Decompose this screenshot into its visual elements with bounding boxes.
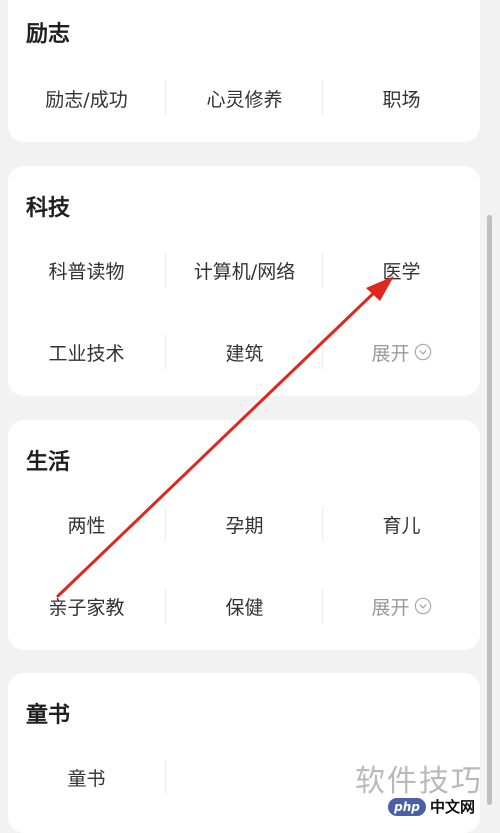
watermark-text: 软件技巧: [355, 764, 483, 799]
category-title: 生活: [26, 450, 71, 475]
category-item-architecture[interactable]: 建筑: [166, 332, 323, 372]
expand-button[interactable]: 展开: [323, 586, 480, 626]
category-card-technology: 科技 科普读物 计算机/网络 医学 工业技术 建筑 展开: [8, 166, 480, 396]
category-item-parenting[interactable]: 育儿: [323, 504, 480, 544]
chevron-down-icon: [414, 343, 431, 361]
category-title: 励志: [26, 22, 71, 47]
category-item-workplace[interactable]: 职场: [323, 78, 480, 118]
category-item-medicine[interactable]: 医学: [323, 250, 480, 290]
category-item-mind-cultivation[interactable]: 心灵修养: [166, 78, 323, 118]
scrollbar[interactable]: [487, 215, 492, 805]
category-item-gender[interactable]: 两性: [8, 504, 165, 544]
category-title: 童书: [26, 703, 71, 728]
category-item-inspiration-success[interactable]: 励志/成功: [8, 78, 165, 118]
category-card-inspiration: 励志 励志/成功 心灵修养 职场: [8, 0, 480, 142]
php-logo-icon: php: [388, 797, 426, 816]
category-item-childrens-books[interactable]: 童书: [8, 757, 165, 797]
watermark-badge-text: 中文网: [430, 798, 476, 816]
expand-button[interactable]: 展开: [323, 332, 480, 372]
watermark-badge: php 中文网: [388, 796, 500, 817]
category-title: 科技: [26, 196, 71, 221]
category-item-health-care[interactable]: 保健: [166, 586, 323, 626]
expand-label: 展开: [371, 342, 410, 365]
expand-label: 展开: [371, 596, 410, 619]
category-card-life: 生活 两性 孕期 育儿 亲子家教 保健 展开: [8, 420, 480, 650]
divider: [165, 760, 166, 794]
category-item-industrial-tech[interactable]: 工业技术: [8, 332, 165, 372]
chevron-down-icon: [414, 597, 431, 615]
category-item-computer-network[interactable]: 计算机/网络: [166, 250, 323, 290]
category-item-family-education[interactable]: 亲子家教: [8, 586, 165, 626]
category-item-popular-science[interactable]: 科普读物: [8, 250, 165, 290]
category-item-pregnancy[interactable]: 孕期: [166, 504, 323, 544]
